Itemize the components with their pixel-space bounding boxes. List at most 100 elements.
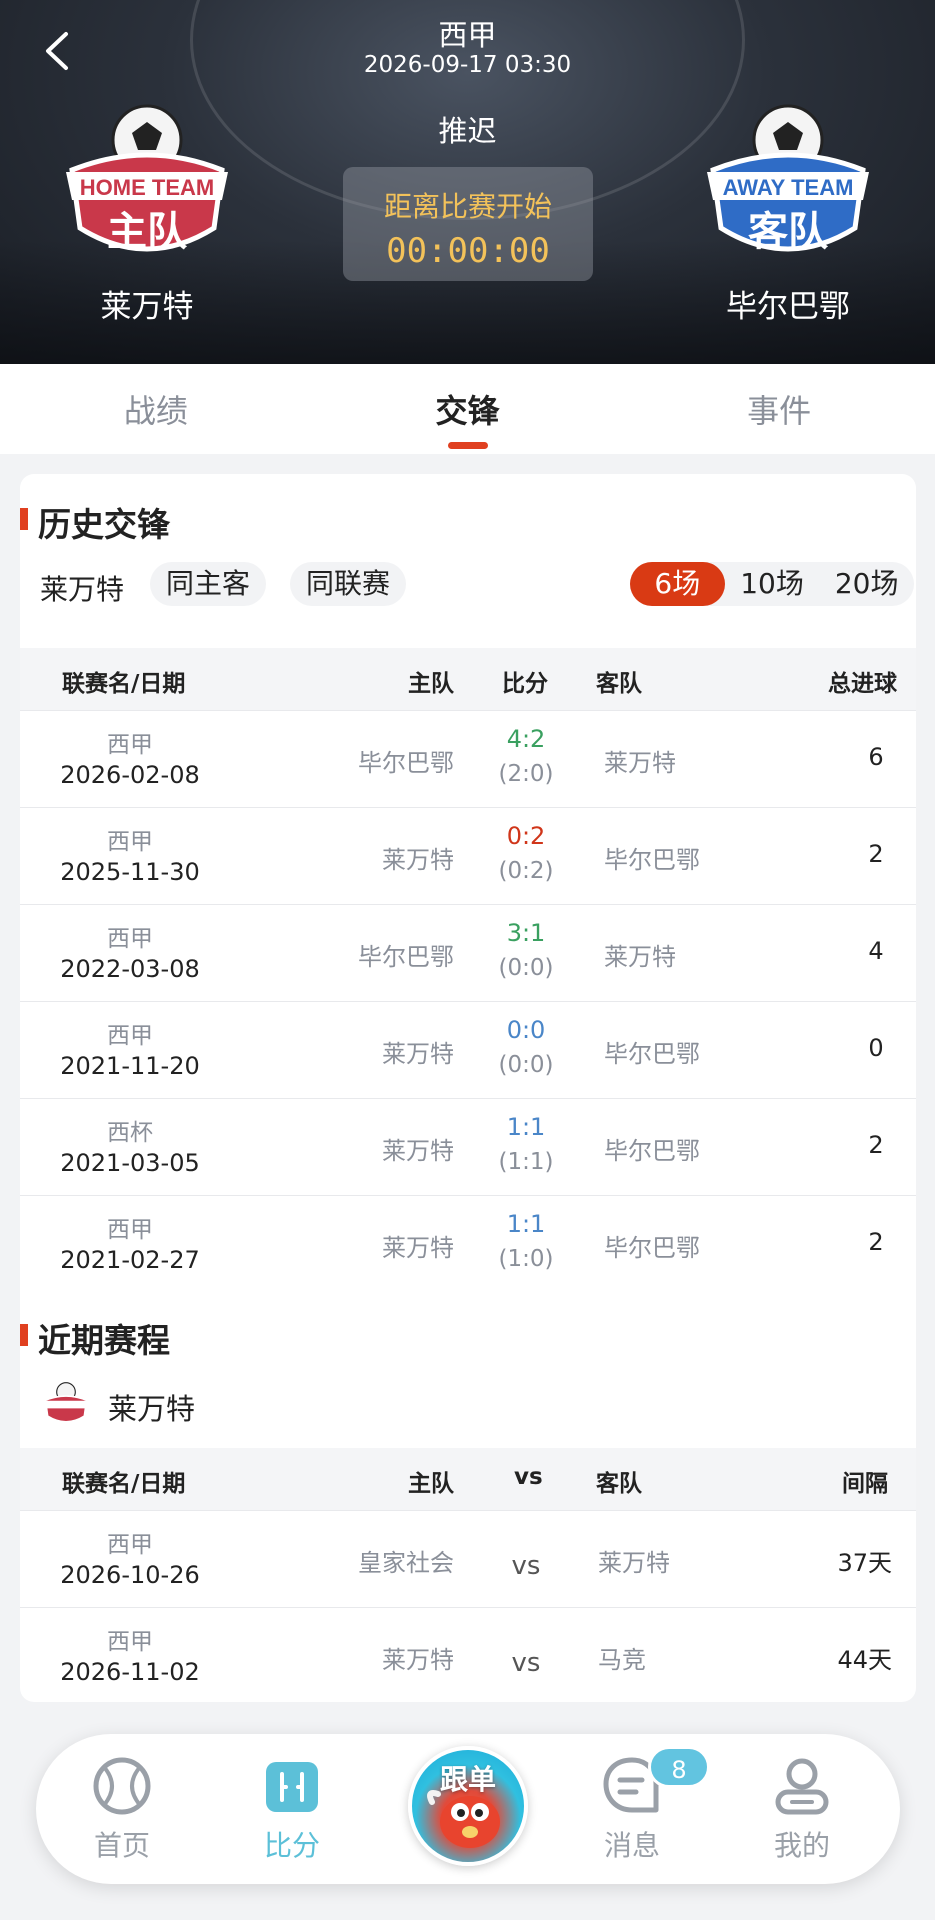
row-half-score: (1:1) [498,1149,554,1175]
content-card: 历史交锋 莱万特 同主客 同联赛 6场 10场 20场 联赛名/日期 主队 比分… [20,474,916,1702]
section-marker [20,1324,28,1346]
tab-label: 事件 [747,392,812,430]
nav-label: 消息 [603,1829,660,1862]
row-league: 西甲 [107,829,153,855]
message-count-badge: 8 [648,1746,710,1788]
tennis-ball-icon [93,1757,151,1815]
count-10[interactable]: 10场 [725,562,820,606]
row-league: 西甲 [107,1023,153,1049]
section-title-text: 历史交锋 [38,505,170,544]
row-home-team: 莱万特 [382,1646,454,1674]
tab-events[interactable]: 事件 [623,364,935,454]
nav-label: 跟单 [439,1763,496,1796]
section-marker [20,508,28,530]
home-team[interactable]: HOME TEAM 主队 莱万特 [42,100,252,326]
col-league-date: 联赛名/日期 [62,671,186,697]
row-home-team: 莱万特 [382,1234,454,1262]
recent-team-name: 莱万特 [108,1392,196,1426]
row-away-team: 莱万特 [604,749,676,777]
tab-head-to-head[interactable]: 交锋 [312,364,624,454]
row-half-score: (2:0) [498,761,554,787]
section-title-text: 近期赛程 [38,1321,170,1360]
row-total-goals: 2 [868,840,884,868]
countdown-box: 距离比赛开始 00:00:00 [343,167,593,281]
home-team-name: 莱万特 [100,289,194,325]
row-score: 4:2 [506,725,546,753]
row-away-team: 马竞 [598,1646,646,1674]
history-table-header: 联赛名/日期 主队 比分 客队 总进球 [20,648,916,710]
count-6[interactable]: 6场 [630,562,725,606]
row-total-goals: 0 [868,1034,884,1062]
table-row[interactable]: 西甲 2026-10-26 皇家社会 vs 莱万特 37天 [20,1510,916,1607]
row-half-score: (1:0) [498,1246,554,1272]
recent-section-title: 近期赛程 [20,1314,170,1362]
row-date: 2021-11-20 [60,1052,200,1080]
row-home-team: 莱万特 [382,1137,454,1165]
score-icon [266,1762,318,1812]
row-away-team: 毕尔巴鄂 [604,1040,700,1068]
nav-follow-button[interactable]: 跟单 [408,1746,528,1866]
row-date: 2021-03-05 [60,1149,200,1177]
league-name: 西甲 [438,18,497,52]
row-league: 西甲 [107,1217,153,1243]
filter-same-league[interactable]: 同联赛 [290,562,407,606]
bottom-nav: 首页 比分 跟单 消息 8 我的 [36,1734,900,1884]
filter-same-home-away[interactable]: 同主客 [150,562,267,606]
row-date: 2026-11-02 [60,1658,200,1686]
table-row[interactable]: 西甲 2021-11-20 莱万特 0:0 (0:0) 毕尔巴鄂 0 [20,1001,916,1098]
row-score: 3:1 [506,919,546,947]
col-home: 主队 [408,671,454,697]
row-score: 1:1 [506,1210,546,1238]
col-away: 客队 [596,1471,642,1497]
row-half-score: (0:0) [498,1052,554,1078]
row-vs: vs [511,1551,541,1581]
home-team-logo: HOME TEAM 主队 [52,100,242,275]
row-away-team: 毕尔巴鄂 [604,1137,700,1165]
tab-indicator [447,442,488,449]
row-home-team: 毕尔巴鄂 [358,749,454,777]
tab-record[interactable]: 战绩 [0,364,312,454]
countdown-time: 00:00:00 [386,231,550,271]
home-badge-cn: 主队 [107,209,188,255]
table-row[interactable]: 西甲 2026-02-08 毕尔巴鄂 4:2 (2:0) 莱万特 6 [20,710,916,807]
row-league: 西杯 [107,1120,153,1146]
nav-profile[interactable]: 我的 [742,1754,862,1864]
count-20[interactable]: 20场 [819,562,914,606]
row-score: 1:1 [506,1113,546,1141]
tab-label: 交锋 [435,392,500,430]
row-away-team: 毕尔巴鄂 [604,846,700,874]
away-team[interactable]: AWAY TEAM 客队 毕尔巴鄂 [683,100,893,326]
col-away: 客队 [596,671,642,697]
match-header: 西甲 2026-09-17 03:30 推迟 距离比赛开始 00:00:00 H… [0,0,935,364]
row-half-score: (0:0) [498,955,554,981]
table-row[interactable]: 西甲 2025-11-30 莱万特 0:2 (0:2) 毕尔巴鄂 2 [20,807,916,904]
row-away-team: 莱万特 [598,1549,670,1577]
row-home-team: 莱万特 [382,1040,454,1068]
nav-home[interactable]: 首页 [62,1754,182,1864]
nav-label: 比分 [263,1829,320,1862]
row-away-team: 毕尔巴鄂 [604,1234,700,1262]
home-badge-text: HOME TEAM [80,175,214,200]
table-row[interactable]: 西甲 2021-02-27 莱万特 1:1 (1:0) 毕尔巴鄂 2 [20,1195,916,1292]
match-count-selector: 6场 10场 20场 [630,562,914,606]
row-home-team: 莱万特 [382,846,454,874]
row-league: 西甲 [107,1629,153,1655]
tab-label: 战绩 [123,392,188,430]
row-league: 西甲 [107,1532,153,1558]
filter-team[interactable]: 莱万特 [40,568,124,608]
nav-label: 我的 [773,1829,830,1862]
row-vs: vs [511,1648,541,1678]
table-row[interactable]: 西甲 2026-11-02 莱万特 vs 马竞 44天 [20,1607,916,1704]
row-score: 0:2 [506,822,546,850]
table-row[interactable]: 西杯 2021-03-05 莱万特 1:1 (1:1) 毕尔巴鄂 2 [20,1098,916,1195]
history-filters: 莱万特 同主客 同联赛 6场 10场 20场 [40,562,914,608]
row-gap: 44天 [837,1646,892,1674]
col-league-date: 联赛名/日期 [62,1471,186,1497]
nav-score[interactable]: 比分 [232,1754,352,1864]
row-date: 2021-02-27 [60,1246,200,1274]
col-vs: vs [514,1464,543,1490]
row-date: 2022-03-08 [60,955,200,983]
table-row[interactable]: 西甲 2022-03-08 毕尔巴鄂 3:1 (0:0) 莱万特 4 [20,904,916,1001]
row-date: 2026-02-08 [60,761,200,789]
row-home-team: 毕尔巴鄂 [358,943,454,971]
